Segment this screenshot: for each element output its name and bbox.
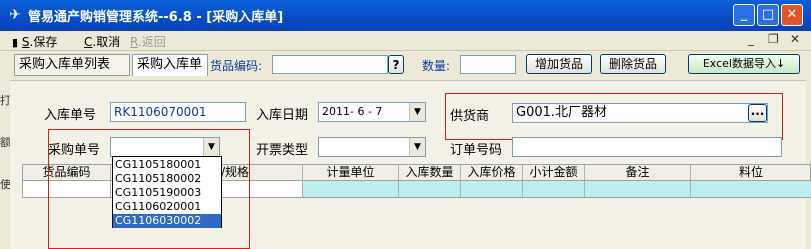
excel-import-button[interactable]: Excel数据导入↓ bbox=[688, 54, 800, 74]
mdi-restore-button[interactable]: ❐ bbox=[768, 32, 779, 46]
table-cell[interactable] bbox=[523, 181, 585, 197]
back-accel-key: R bbox=[130, 35, 138, 49]
supplier-browse-button[interactable]: ... bbox=[748, 104, 767, 122]
chevron-down-icon[interactable]: ▼ bbox=[409, 103, 425, 121]
mdi-close-button[interactable]: ✕ bbox=[790, 32, 800, 46]
dropdown-option[interactable]: CG1105180001 bbox=[113, 158, 221, 172]
back-label: .返回 bbox=[137, 35, 166, 49]
product-code-label: 货品编码: bbox=[210, 59, 263, 73]
app-icon: ✈ bbox=[9, 7, 21, 23]
dropdown-option[interactable]: CG1105190003 bbox=[113, 186, 221, 200]
save-menu-item[interactable]: ▮ S.保存 bbox=[12, 33, 57, 50]
order-no-label: 订单号码 bbox=[450, 143, 503, 158]
product-code-input[interactable] bbox=[272, 55, 388, 74]
chevron-down-icon[interactable]: ▼ bbox=[409, 138, 425, 156]
menu-bar: ▮ S.保存 C.取消 R.返回 _ ❐ ✕ bbox=[0, 31, 811, 51]
column-header[interactable]: 入库数量 bbox=[399, 165, 461, 180]
supplier-value: G001.北厂器材 bbox=[516, 105, 608, 120]
table-cell[interactable] bbox=[461, 181, 523, 197]
window-title: 管易通产购销管理系统--6.8 - [采购入库单] bbox=[28, 10, 284, 25]
save-accel-key: S bbox=[21, 35, 30, 49]
supplier-field[interactable]: G001.北厂器材 bbox=[512, 103, 768, 123]
minimize-button[interactable]: _ bbox=[733, 4, 755, 26]
column-header[interactable]: 入库价格 bbox=[461, 165, 523, 180]
date-picker[interactable]: 2011- 6 - 7 ▼ bbox=[318, 102, 426, 122]
cancel-label: .取消 bbox=[92, 35, 121, 49]
dropdown-option-selected[interactable]: CG1106030002 bbox=[113, 214, 221, 228]
order-no-field[interactable] bbox=[512, 137, 782, 157]
invoice-type-combo[interactable]: ▼ bbox=[318, 137, 426, 157]
invoice-type-label: 开票类型 bbox=[256, 143, 309, 158]
quantity-label: 数量: bbox=[422, 59, 451, 73]
column-header[interactable]: 备注 bbox=[585, 165, 691, 180]
table-cell[interactable] bbox=[691, 181, 811, 197]
supplier-label: 供货商 bbox=[450, 109, 490, 124]
column-header[interactable]: 料位 bbox=[691, 165, 811, 180]
table-cell[interactable] bbox=[585, 181, 691, 197]
column-header[interactable]: 计量单位 bbox=[303, 165, 399, 180]
close-button[interactable]: ✕ bbox=[781, 4, 803, 26]
tab-receipt[interactable]: 采购入库单 bbox=[132, 54, 208, 76]
quantity-input[interactable] bbox=[460, 55, 516, 74]
receipt-no-field[interactable]: RK1106070001 bbox=[110, 102, 246, 122]
cancel-menu-item[interactable]: C.取消 bbox=[84, 33, 120, 50]
add-product-button[interactable]: 增加货品 bbox=[526, 54, 592, 74]
save-label: .保存 bbox=[29, 35, 58, 49]
delete-product-button[interactable]: 删除货品 bbox=[600, 54, 666, 74]
tab-bar: 采购入库单列表 采购入库单 货品编码: ? 数量: 增加货品 删除货品 Exce… bbox=[0, 52, 811, 76]
back-menu-item[interactable]: R.返回 bbox=[130, 33, 166, 50]
mdi-minimize-button[interactable]: _ bbox=[748, 32, 754, 46]
product-query-button[interactable]: ? bbox=[388, 55, 404, 74]
tab-receipt-list[interactable]: 采购入库单列表 bbox=[14, 54, 130, 76]
receipt-no-label: 入库单号 bbox=[44, 108, 97, 123]
column-header[interactable]: 小计金额 bbox=[523, 165, 585, 180]
table-cell[interactable] bbox=[399, 181, 461, 197]
dropdown-option[interactable]: CG1106020001 bbox=[113, 200, 221, 214]
table-cell[interactable] bbox=[303, 181, 399, 197]
date-label: 入库日期 bbox=[256, 108, 309, 123]
maximize-button[interactable]: □ bbox=[757, 4, 779, 26]
po-dropdown-list[interactable]: CG1105180001 CG1105180002 CG1105190003 C… bbox=[112, 156, 222, 228]
title-bar[interactable]: ✈ 管易通产购销管理系统--6.8 - [采购入库单] _ □ ✕ bbox=[0, 0, 811, 31]
date-value: 2011- 6 - 7 bbox=[322, 105, 383, 118]
dropdown-option[interactable]: CG1105180002 bbox=[113, 172, 221, 186]
save-icon: ▮ bbox=[12, 36, 19, 49]
